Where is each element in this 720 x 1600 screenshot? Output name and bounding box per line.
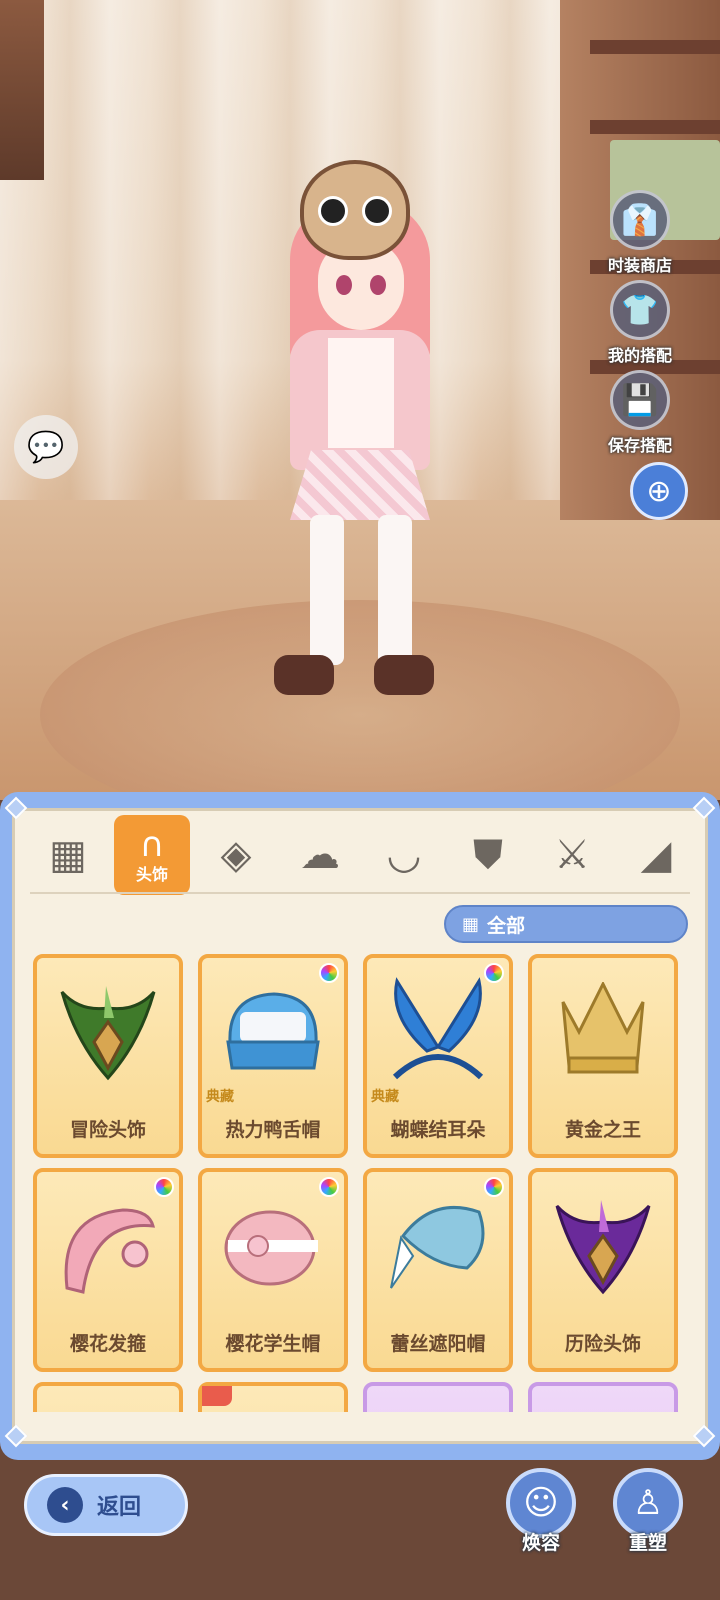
item-name: 樱花发箍 <box>69 1333 146 1355</box>
tab-top[interactable]: ⛊ <box>450 815 526 895</box>
reshape-button[interactable]: ♙ 重塑 <box>608 1468 688 1555</box>
adventure-headpiece-purple-icon <box>547 1186 659 1306</box>
item-name: 黄金之王 <box>564 1119 641 1141</box>
shirt-icon: 👔 <box>621 202 659 238</box>
item-name: 蝴蝶结耳朵 <box>390 1119 486 1141</box>
back-arrow-icon: ‹ <box>47 1487 83 1523</box>
lace-sunhat-icon <box>382 1186 494 1306</box>
filter-dropdown[interactable]: ▦ 全部 <box>444 905 688 943</box>
item-card[interactable]: 冒险头饰 <box>33 954 183 1158</box>
item-card[interactable]: 蕾丝遮阳帽 <box>363 1168 513 1372</box>
collection-tag: 典藏 <box>206 1089 234 1105</box>
bow-ears-icon <box>382 972 494 1092</box>
chat-bubble-button[interactable]: 💬 <box>14 415 78 479</box>
save-outfit-label: 保存搭配 <box>607 436 672 455</box>
chat-icon: 💬 <box>27 429 65 465</box>
back-label: 返回 <box>97 1495 142 1520</box>
tab-mask[interactable]: ◈ <box>198 815 274 895</box>
table-decoration <box>0 0 44 180</box>
baseball-cap-icon <box>217 972 329 1092</box>
eyes-icon: ◡ <box>386 832 422 878</box>
tab-eyes[interactable]: ◡ <box>366 815 442 895</box>
item-card[interactable]: 典藏 热力鸭舌帽 <box>198 954 348 1158</box>
zoom-in-button[interactable]: ⊕ <box>630 462 688 520</box>
collection-tag: 典藏 <box>371 1089 399 1105</box>
item-name: 樱花学生帽 <box>225 1333 321 1355</box>
save-icon: 💾 <box>621 382 659 418</box>
sakura-headband-icon <box>52 1186 164 1306</box>
cape-icon: ◢ <box>640 832 672 878</box>
item-name: 冒险头饰 <box>69 1119 146 1141</box>
item-card[interactable]: 樱花发箍 <box>33 1168 183 1372</box>
tab-cape[interactable]: ◢ <box>618 815 694 895</box>
item-card[interactable] <box>363 1382 513 1412</box>
item-card[interactable] <box>528 1382 678 1412</box>
body-sparkle-icon: ♙ <box>632 1483 664 1523</box>
item-card[interactable]: 樱花学生帽 <box>198 1168 348 1372</box>
item-card[interactable] <box>198 1382 348 1412</box>
item-name: 热力鸭舌帽 <box>225 1119 321 1141</box>
fashion-shop-button[interactable]: 👔 时装商店 <box>590 190 690 276</box>
grid-icon: ▦ <box>49 832 87 878</box>
category-tabs: ▦ ∩ 头饰 ◈ ☁ ◡ ⛊ ⚔ ◢ <box>30 815 700 895</box>
sakura-student-cap-icon <box>217 1186 329 1306</box>
save-outfit-button[interactable]: 💾 保存搭配 <box>590 370 690 456</box>
sword-icon: ⚔ <box>554 832 590 878</box>
makeup-button[interactable]: ☺ 焕容 <box>501 1468 581 1555</box>
cat-mask-accessory <box>300 160 410 260</box>
tab-divider <box>30 892 690 894</box>
item-card[interactable] <box>33 1382 183 1412</box>
my-outfits-label: 我的搭配 <box>607 346 672 365</box>
golden-crown-icon <box>547 972 659 1092</box>
item-card[interactable]: 黄金之王 <box>528 954 678 1158</box>
magnifier-plus-icon: ⊕ <box>646 473 672 509</box>
hanger-icon: 👕 <box>621 292 659 328</box>
reshape-label: 重塑 <box>628 1532 667 1554</box>
fashion-shop-label: 时装商店 <box>607 256 672 275</box>
mask-icon: ◈ <box>220 832 252 878</box>
my-outfits-button[interactable]: 👕 我的搭配 <box>590 280 690 366</box>
makeup-label: 焕容 <box>521 1532 560 1554</box>
face-icon: ☺ <box>523 1483 559 1523</box>
back-button[interactable]: ‹ 返回 <box>24 1474 188 1536</box>
item-name: 历险头饰 <box>564 1333 641 1355</box>
cat-ear-headband-icon: ∩ <box>139 825 165 865</box>
grid-icon: ▦ <box>462 913 480 935</box>
filter-label: 全部 <box>487 914 526 937</box>
item-grid[interactable]: 冒险头饰 典藏 热力鸭舌帽 典藏 蝴蝶结耳朵 黄金之王 樱花发箍 樱花学生帽 蕾… <box>30 952 692 1412</box>
tab-weapon[interactable]: ⚔ <box>534 815 610 895</box>
item-card[interactable]: 历险头饰 <box>528 1168 678 1372</box>
tab-hair[interactable]: ☁ <box>282 815 358 895</box>
hair-icon: ☁ <box>300 832 340 878</box>
jacket-icon: ⛊ <box>473 832 503 878</box>
item-name: 蕾丝遮阳帽 <box>390 1333 486 1355</box>
tab-headwear[interactable]: ∩ 头饰 <box>114 815 190 895</box>
tab-all[interactable]: ▦ <box>30 815 106 895</box>
adventure-headpiece-icon <box>52 972 164 1092</box>
item-card[interactable]: 典藏 蝴蝶结耳朵 <box>363 954 513 1158</box>
tab-headwear-label: 头饰 <box>135 865 168 884</box>
player-character[interactable] <box>240 160 470 740</box>
